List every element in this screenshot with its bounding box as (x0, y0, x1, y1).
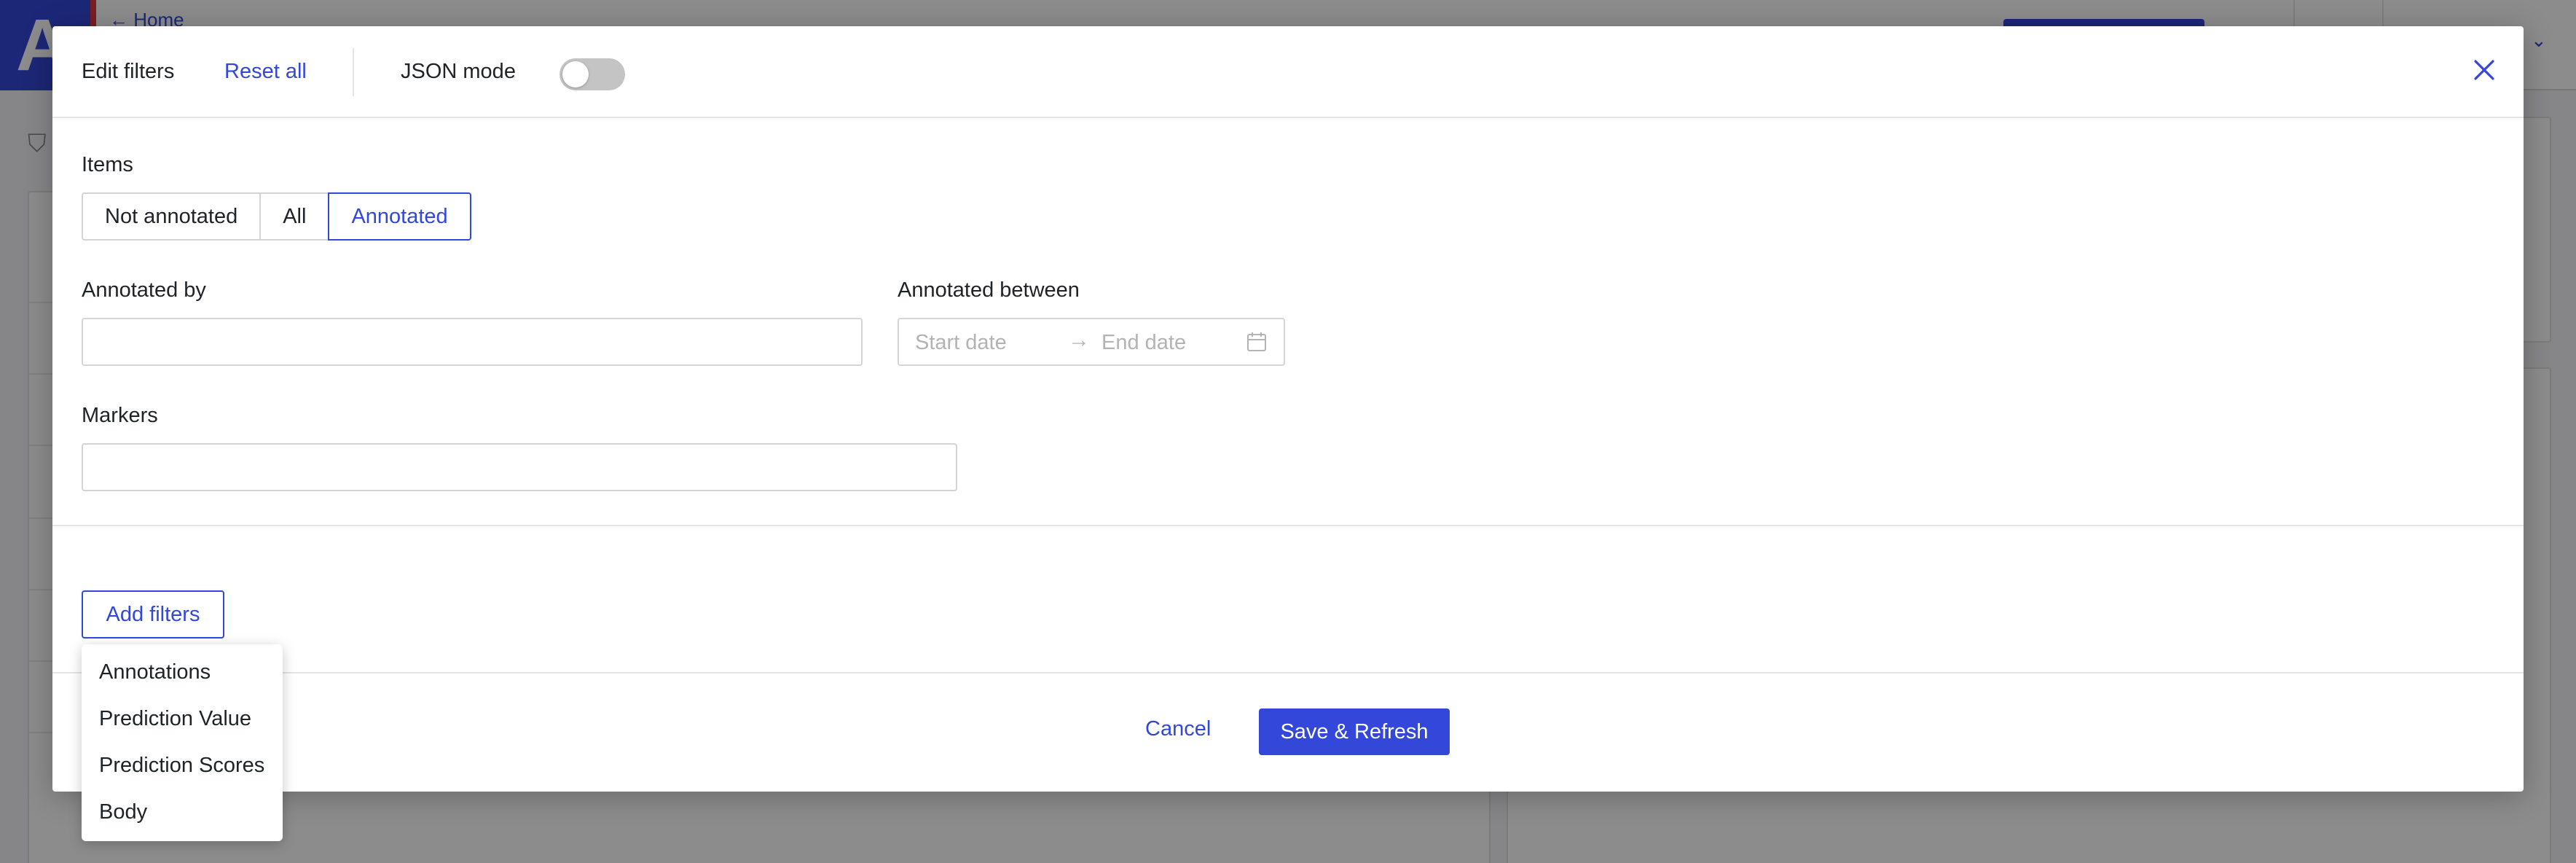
cancel-button[interactable]: Cancel (1145, 717, 1211, 741)
items-option-annotated[interactable]: Annotated (328, 192, 471, 241)
save-refresh-button[interactable]: Save & Refresh (1259, 708, 1450, 755)
modal-title: Edit filters (82, 60, 175, 83)
annotated-by-input[interactable] (82, 318, 863, 366)
arrow-right-icon: → (1068, 328, 1090, 352)
json-mode-label: JSON mode (401, 60, 516, 83)
items-option-not-annotated[interactable]: Not annotated (82, 192, 262, 241)
markers-label: Markers (82, 404, 158, 427)
menu-item-prediction-value[interactable]: Prediction Value (82, 695, 283, 742)
modal-header: Edit filters Reset all JSON mode (52, 26, 2524, 118)
markers-input[interactable] (82, 443, 957, 491)
header-divider (353, 48, 354, 96)
edit-filters-modal: Edit filters Reset all JSON mode Items N… (52, 26, 2524, 792)
annotated-by-label: Annotated by (82, 278, 206, 302)
add-filters-menu: Annotations Prediction Value Prediction … (82, 644, 283, 841)
section-divider (52, 525, 2524, 526)
json-mode-toggle[interactable] (559, 58, 625, 90)
reset-all-link[interactable]: Reset all (224, 60, 307, 84)
close-icon[interactable] (2470, 55, 2499, 85)
date-range-picker[interactable]: Start date → End date (898, 318, 1285, 366)
end-date-input[interactable]: End date (1102, 331, 1186, 355)
toggle-knob (562, 61, 589, 87)
add-filters-button[interactable]: Add filters (82, 590, 224, 639)
menu-item-body[interactable]: Body (82, 789, 283, 835)
menu-item-annotations[interactable]: Annotations (82, 649, 283, 695)
items-label: Items (82, 153, 133, 176)
calendar-icon (1247, 332, 1266, 351)
footer-divider (52, 672, 2524, 673)
annotated-between-label: Annotated between (898, 278, 1080, 302)
start-date-input[interactable]: Start date (915, 331, 1007, 355)
items-option-all[interactable]: All (259, 192, 330, 241)
items-segmented-control: Not annotated All Annotated (82, 192, 471, 241)
menu-item-prediction-scores[interactable]: Prediction Scores (82, 742, 283, 789)
